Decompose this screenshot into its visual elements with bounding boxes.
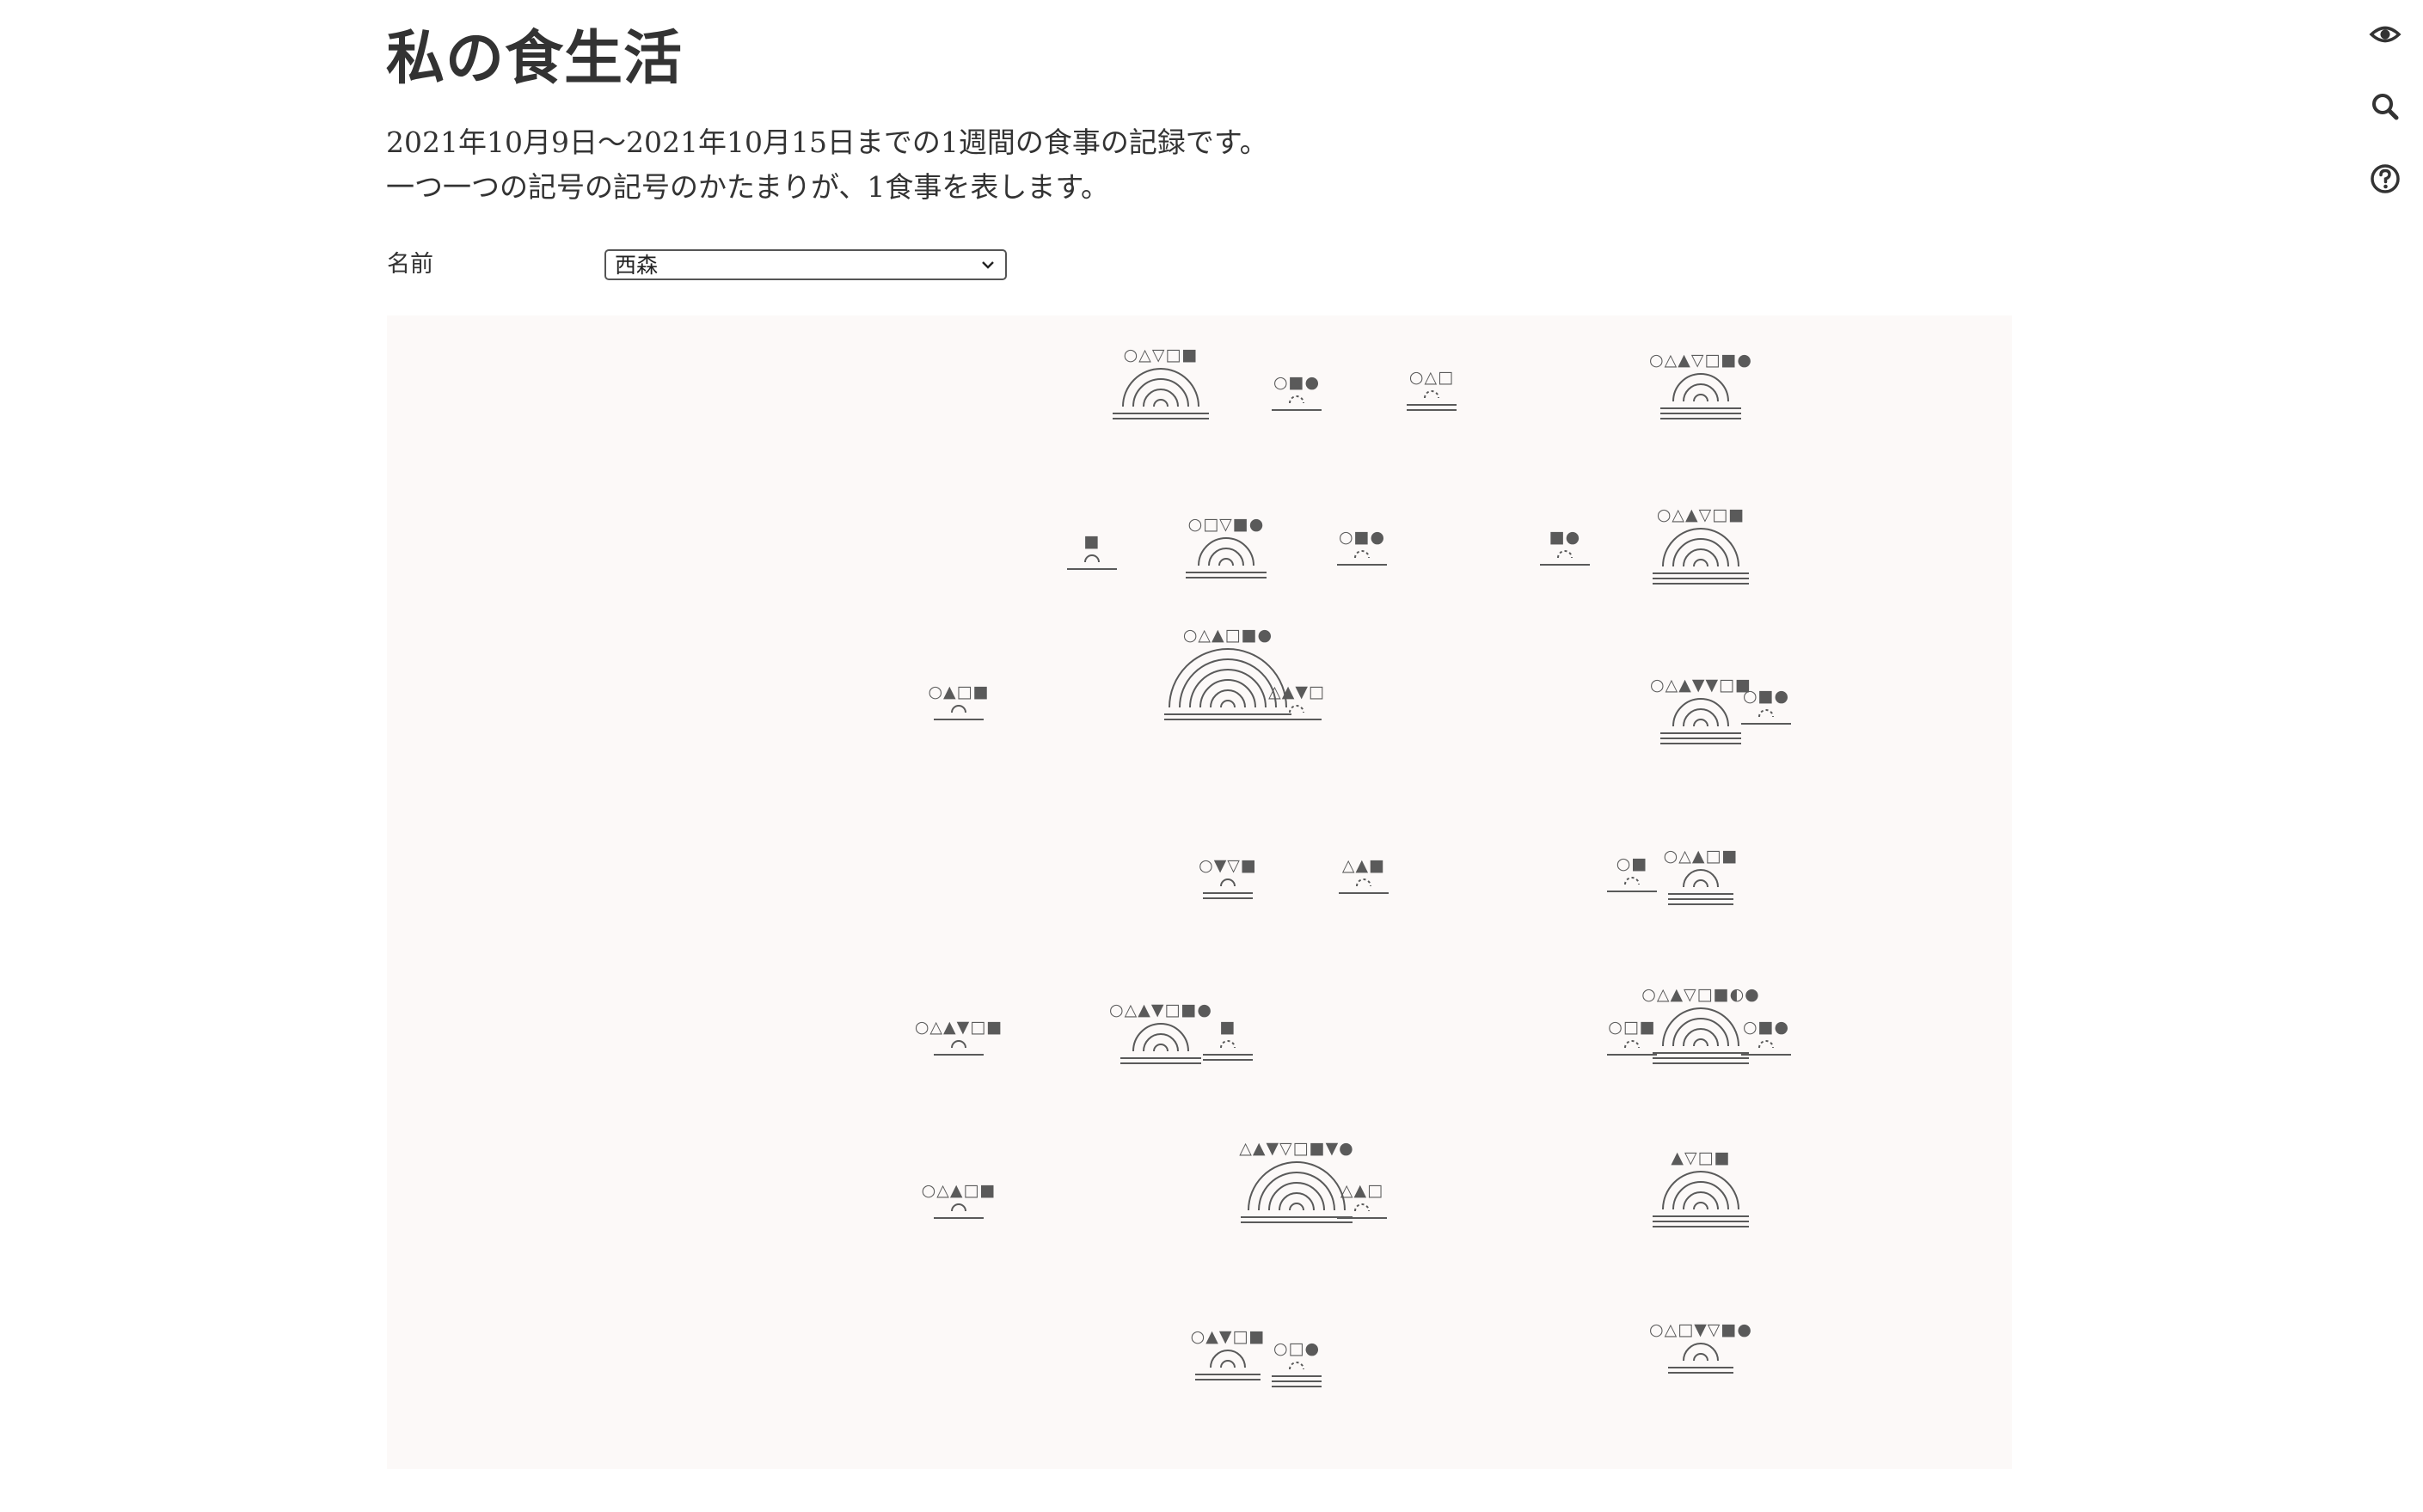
meal-glyph: ○△▲▽□■● bbox=[1649, 351, 1752, 419]
meal-glyph: ○□■ bbox=[1607, 1018, 1657, 1056]
meal-symbols: ○△▲□■ bbox=[922, 1181, 997, 1200]
meal-glyph: ○△▲▼□■● bbox=[1109, 1001, 1212, 1064]
meal-symbols: ○□▽■● bbox=[1188, 515, 1265, 534]
meal-glyph: △▲■ bbox=[1339, 856, 1389, 894]
description-line-2: 一つ一つの記号の記号のかたまりが、1食事を表します。 bbox=[386, 170, 1110, 204]
meal-symbols: ○△▲▼□■ bbox=[915, 1018, 1003, 1037]
meal-symbols: ○■● bbox=[1339, 528, 1385, 547]
meal-symbols: ▲▽□■ bbox=[1671, 1148, 1730, 1167]
meal-symbols: ○▲□■ bbox=[928, 683, 989, 701]
name-label: 名前 bbox=[387, 251, 433, 278]
meal-symbols: ○△▲▼▼□■ bbox=[1650, 676, 1751, 695]
meal-glyph: ○□● bbox=[1272, 1339, 1322, 1387]
meal-glyph: △▲□ bbox=[1337, 1181, 1387, 1219]
meal-symbols: ○■● bbox=[1273, 373, 1320, 392]
meal-symbols: ○△□▼▽■● bbox=[1649, 1320, 1752, 1339]
meal-symbols: ○△▲▽□■● bbox=[1649, 351, 1752, 370]
meal-symbols: ○▲▼□■ bbox=[1191, 1327, 1266, 1346]
meal-symbols: ○△▲▽□■◐● bbox=[1641, 985, 1759, 1004]
name-select-value: 西森 bbox=[615, 253, 659, 278]
meal-symbols: ○△▲▼□■● bbox=[1109, 1001, 1212, 1019]
meal-symbols: ○△▲□■ bbox=[1664, 847, 1739, 866]
meal-symbols: △▲□ bbox=[1340, 1181, 1383, 1200]
meal-symbols: ○■● bbox=[1743, 687, 1789, 706]
meal-glyph: ○△□▼▽■● bbox=[1649, 1320, 1752, 1374]
meal-symbols: ○▼▽■ bbox=[1199, 856, 1257, 875]
meal-glyph: ○▼▽■ bbox=[1199, 856, 1257, 899]
meal-glyph: ■● bbox=[1540, 528, 1590, 566]
meal-symbols: △▲▼□ bbox=[1268, 683, 1325, 701]
meal-glyph: ○△▲□■ bbox=[1664, 847, 1739, 905]
description-line-1: 2021年10月9日〜2021年10月15日までの1週間の食事の記録です。 bbox=[386, 125, 1268, 159]
meal-glyph: ■ bbox=[1067, 532, 1117, 570]
search-icon[interactable] bbox=[2368, 89, 2402, 124]
name-select[interactable]: 西森 bbox=[604, 249, 1007, 280]
meal-glyph: ○△▲□■ bbox=[922, 1181, 997, 1219]
meal-symbols: ○□■ bbox=[1608, 1018, 1655, 1037]
page-title: 私の食生活 bbox=[386, 24, 684, 93]
meal-glyph: ○△▲□■● bbox=[1164, 626, 1291, 720]
meal-glyph: ○△▲▼▼□■ bbox=[1650, 676, 1751, 744]
meal-symbols: ○□● bbox=[1273, 1339, 1320, 1358]
meal-symbols: ○■● bbox=[1743, 1018, 1789, 1037]
meal-glyph: ○△▲▽□■ bbox=[1653, 505, 1749, 585]
meal-glyph: ○▲▼□■ bbox=[1191, 1327, 1266, 1380]
meal-symbols: △▲▼▽□■▼● bbox=[1239, 1139, 1354, 1158]
meal-symbols: ■ bbox=[1220, 1018, 1236, 1037]
eye-icon[interactable] bbox=[2368, 17, 2402, 52]
chevron-down-icon bbox=[982, 261, 994, 269]
meal-glyph: ■ bbox=[1203, 1018, 1253, 1061]
meal-glyph: ○■● bbox=[1741, 687, 1791, 725]
meal-symbols: ○■ bbox=[1616, 854, 1648, 873]
meal-symbols: ○△▽□■ bbox=[1124, 346, 1199, 364]
meal-glyph: △▲▼▽□■▼● bbox=[1239, 1139, 1354, 1223]
meal-symbols: ○△□ bbox=[1409, 368, 1454, 387]
meal-symbols: ■ bbox=[1084, 532, 1101, 551]
meal-glyph: ○△□ bbox=[1407, 368, 1457, 411]
meal-glyph: ○▲□■ bbox=[928, 683, 989, 720]
meal-glyph: ○□▽■● bbox=[1186, 515, 1267, 578]
meal-glyph: ○■● bbox=[1272, 373, 1322, 411]
help-icon[interactable] bbox=[2368, 162, 2402, 196]
meal-symbols: △▲■ bbox=[1342, 856, 1385, 875]
meal-glyph: ▲▽□■ bbox=[1653, 1148, 1749, 1227]
meal-symbols: ○△▲▽□■ bbox=[1657, 505, 1745, 524]
meal-symbols: ■● bbox=[1549, 528, 1581, 547]
meal-chart-svg: ○△▽□■ ○■● ○△□ ○△▲▽□■● ■ ○□▽■● ○■● ■● ○△▲▽□■ ○▲□■ ○… bbox=[915, 346, 1791, 1387]
meal-glyph: ○△▲▼□■ bbox=[915, 1018, 1003, 1056]
meal-glyph: ○■ bbox=[1607, 854, 1657, 892]
meal-glyph: ○■● bbox=[1337, 528, 1387, 566]
meal-symbols: ○△▲□■● bbox=[1183, 626, 1273, 645]
meal-glyph: ○■● bbox=[1741, 1018, 1791, 1056]
meal-chart: ○△▽□■ ○■● ○△□ ○△▲▽□■● ■ ○□▽■● ○■● ■● ○△▲▽□■ ○▲□■ ○… bbox=[387, 315, 2012, 1469]
meal-glyph: ○△▽□■ bbox=[1113, 346, 1209, 419]
page-description: 2021年10月9日〜2021年10月15日までの1週間の食事の記録です。 一つ… bbox=[386, 120, 1268, 210]
